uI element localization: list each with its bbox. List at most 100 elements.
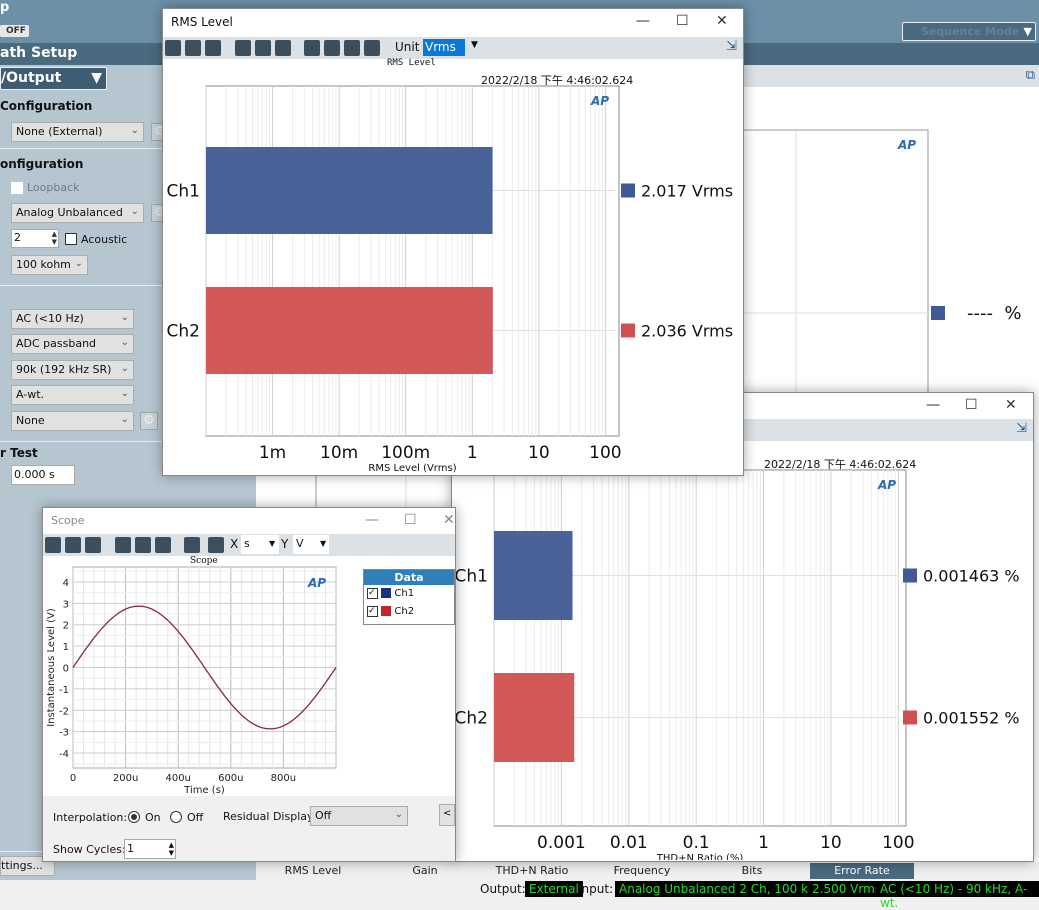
filter-select[interactable]: 90k (192 kHz SR) ⌄ [11, 360, 134, 380]
tab-gain[interactable]: Gain [373, 863, 477, 879]
spinner-arrows-icon[interactable]: ▲ ▼ [169, 841, 174, 857]
bar-ch2 [494, 673, 575, 762]
gear-icon[interactable] [364, 40, 380, 56]
legend-item[interactable]: ✓ Ch2 [364, 603, 454, 621]
extra-filter-select[interactable]: None ⌄ [11, 411, 134, 431]
delay-heading: r Test [0, 446, 38, 460]
on-label: On [145, 811, 161, 824]
checkbox-icon[interactable]: ✓ [367, 605, 378, 617]
print-icon[interactable] [205, 40, 221, 56]
y-tick-label: 3 [63, 599, 69, 610]
dropdown-arrow-icon[interactable]: ▼ [471, 40, 478, 50]
window-title: Scope [51, 514, 85, 527]
cursor-icon[interactable] [184, 537, 200, 553]
output-select[interactable]: None (External) ⌄ [11, 122, 144, 142]
x-tick-label: 0.1 [683, 833, 710, 853]
y-tick-label: -2 [59, 706, 69, 717]
tab-rms-level[interactable]: RMS Level [261, 863, 365, 879]
sequence-mode-dropdown[interactable]: Sequence Mode ▼ [902, 22, 1036, 41]
background-value: ---- % [967, 303, 1022, 324]
coupling-select[interactable]: AC (<10 Hz) ⌄ [11, 309, 134, 329]
interpolation-on-radio[interactable] [128, 811, 140, 823]
checkbox-icon[interactable]: ✓ [367, 587, 378, 599]
dock-icon[interactable]: ⇲ [1016, 421, 1027, 436]
pan-icon[interactable] [254, 40, 271, 56]
category-label: Ch1 [455, 567, 488, 587]
collapse-button[interactable]: < [439, 804, 455, 826]
extra-filter-value: None [16, 414, 45, 427]
gear-icon[interactable]: ⚙ [140, 412, 158, 430]
toggle-switch[interactable]: OFF [0, 25, 29, 37]
residual-select[interactable]: Off ⌄ [310, 806, 408, 826]
cycles-value: 1 [127, 842, 134, 855]
radio-dot [131, 814, 137, 820]
maximize-icon[interactable]: ☐ [404, 512, 417, 528]
maximize-icon[interactable]: ☐ [965, 397, 978, 413]
acoustic-checkbox[interactable] [65, 233, 77, 245]
zoom-icon[interactable] [114, 537, 131, 553]
output-select-value: None (External) [16, 125, 103, 138]
fit-icon[interactable] [154, 537, 171, 553]
dropdown-arrow-icon[interactable]: ▼ [269, 539, 275, 548]
bandwidth-value: ADC passband [16, 337, 97, 350]
y-tick-label: 2 [63, 621, 69, 632]
popout-icon[interactable]: ⧉ [1026, 68, 1035, 83]
close-icon[interactable]: ✕ [716, 13, 728, 29]
zoom-icon[interactable] [234, 40, 251, 56]
spinner-arrows-icon[interactable]: ▲ ▼ [52, 230, 57, 246]
pan-icon[interactable] [134, 537, 151, 553]
chevron-down-icon: ⌄ [394, 809, 403, 820]
tab-error-rate[interactable]: Error Rate [810, 863, 914, 879]
copy-icon[interactable] [185, 40, 201, 56]
print-icon[interactable] [85, 537, 101, 553]
ap-logo: AP [877, 478, 896, 492]
input-select[interactable]: Analog Unbalanced ⌄ [11, 203, 144, 223]
function-icon[interactable] [344, 40, 360, 56]
x-tick-label: 0.01 [610, 833, 648, 853]
save-icon[interactable] [45, 537, 61, 553]
minimize-icon[interactable]: — [636, 13, 650, 29]
x-axis-label: RMS Level (Vrms) [368, 463, 456, 474]
loopback-label: Loopback [27, 181, 80, 194]
window-title: RMS Level [171, 15, 233, 29]
dropdown-arrow-icon: ▼ [1023, 25, 1032, 38]
close-icon[interactable]: ✕ [443, 512, 455, 528]
fit-icon[interactable] [274, 40, 291, 56]
dropdown-arrow-icon[interactable]: ▼ [320, 539, 326, 548]
y-tick-label: -3 [59, 728, 69, 739]
delay-input[interactable]: 0.000 s [11, 465, 75, 485]
close-icon[interactable]: ✕ [1005, 397, 1017, 413]
tab-thd-n-ratio[interactable]: THD+N Ratio [480, 863, 584, 879]
loopback-checkbox[interactable] [11, 182, 23, 194]
output-label: Output: [480, 882, 526, 896]
cycles-spinner[interactable]: 1 ▲ ▼ [124, 839, 176, 859]
bandwidth-select[interactable]: ADC passband ⌄ [11, 334, 134, 354]
channels-spinner[interactable]: 2 ▲ ▼ [11, 229, 59, 248]
save-icon[interactable] [165, 40, 181, 56]
path-dropdown[interactable]: /Output ▼ [0, 67, 107, 90]
weighting-select[interactable]: A-wt. ⌄ [11, 385, 134, 405]
chevron-down-icon: ⌄ [120, 388, 129, 399]
unit-select[interactable]: Vrms [423, 39, 465, 56]
table-icon[interactable] [304, 40, 320, 56]
impedance-select[interactable]: 100 kohm ⌄ [11, 255, 88, 275]
tab-bits[interactable]: Bits [700, 863, 804, 879]
interpolation-label: Interpolation: [53, 811, 128, 824]
bar-ch1 [494, 531, 573, 620]
maximize-icon[interactable]: ☐ [676, 13, 689, 29]
graph-type-icon[interactable] [324, 40, 340, 56]
x-axis-label: Time (s) [183, 785, 225, 795]
dock-icon[interactable]: ⇲ [726, 39, 737, 54]
x-label: X [230, 537, 239, 551]
gear-icon[interactable] [208, 537, 224, 553]
minimize-icon[interactable]: — [365, 512, 379, 528]
minimize-icon[interactable]: — [926, 397, 940, 413]
interpolation-off-radio[interactable] [170, 811, 182, 823]
chevron-down-icon: ⌄ [120, 363, 129, 374]
legend-item[interactable]: ✓ Ch1 [364, 585, 454, 603]
tab-frequency[interactable]: Frequency [590, 863, 694, 879]
scope-toolbar: X s ▼ Y V ▼ [43, 534, 455, 556]
copy-icon[interactable] [65, 537, 81, 553]
bar-ch1 [206, 147, 493, 234]
channels-value: 2 [14, 231, 21, 244]
